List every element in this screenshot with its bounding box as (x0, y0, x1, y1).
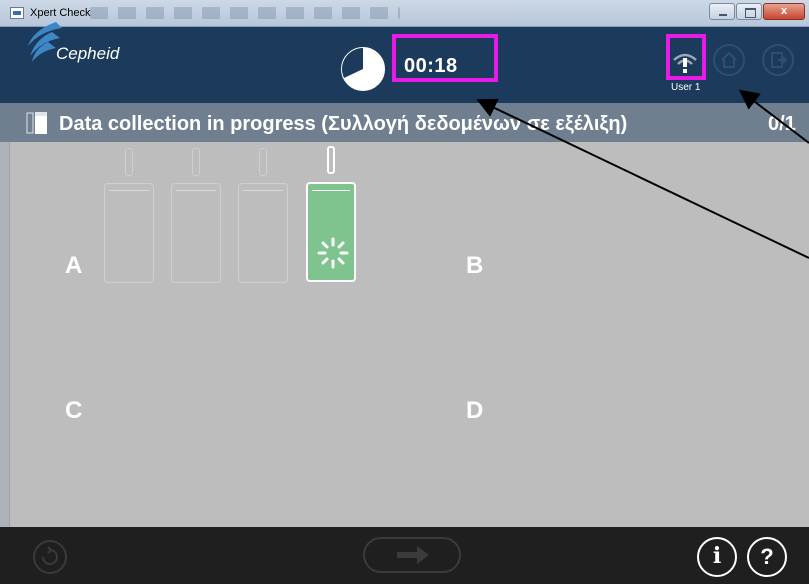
module-2[interactable] (171, 183, 221, 283)
timer-progress-icon (341, 47, 385, 91)
module-cap (243, 190, 283, 191)
exit-button[interactable] (762, 44, 794, 76)
loading-spinner-icon (317, 237, 349, 269)
module-1[interactable] (104, 183, 154, 283)
cartridge-icon (26, 112, 47, 134)
app-window: Xpert Check x Cepheid 00:18 User 1 Data … (0, 0, 809, 584)
status-message: Data collection in progress (Συλλογή δεδ… (59, 113, 628, 135)
test-count: 0/1 (768, 113, 796, 135)
module-2-tab (192, 148, 200, 176)
quadrant-label-b: B (466, 252, 484, 279)
minimize-button[interactable] (709, 3, 735, 20)
quadrant-label-d: D (466, 397, 484, 424)
module-cap (312, 190, 350, 191)
module-3[interactable] (238, 183, 288, 283)
info-button[interactable]: i (697, 537, 737, 577)
quadrant-label-a: A (65, 252, 83, 279)
arrow-right-icon (397, 546, 429, 564)
window-controls: x (709, 3, 805, 20)
elapsed-timer: 00:18 (404, 55, 458, 77)
home-button[interactable] (713, 44, 745, 76)
module-3-tab (259, 148, 267, 176)
home-icon (721, 51, 737, 68)
module-4-tab (327, 146, 335, 174)
menu-bar (90, 7, 400, 19)
module-1-tab (125, 148, 133, 176)
next-button[interactable] (363, 537, 461, 573)
maximize-button[interactable] (736, 3, 762, 20)
module-cap (176, 190, 216, 191)
quadrant-label-c: C (65, 397, 83, 424)
logo-text: Cepheid (56, 44, 120, 63)
module-4-active[interactable] (306, 182, 356, 282)
close-button[interactable]: x (763, 3, 805, 20)
app-icon (10, 7, 24, 19)
help-button[interactable]: ? (747, 537, 787, 577)
window-title: Xpert Check (30, 7, 91, 19)
user-label: User 1 (671, 82, 701, 93)
module-cap (109, 190, 149, 191)
refresh-icon[interactable] (32, 539, 68, 575)
signal-alert-icon[interactable] (671, 50, 699, 74)
exit-icon (771, 52, 788, 68)
